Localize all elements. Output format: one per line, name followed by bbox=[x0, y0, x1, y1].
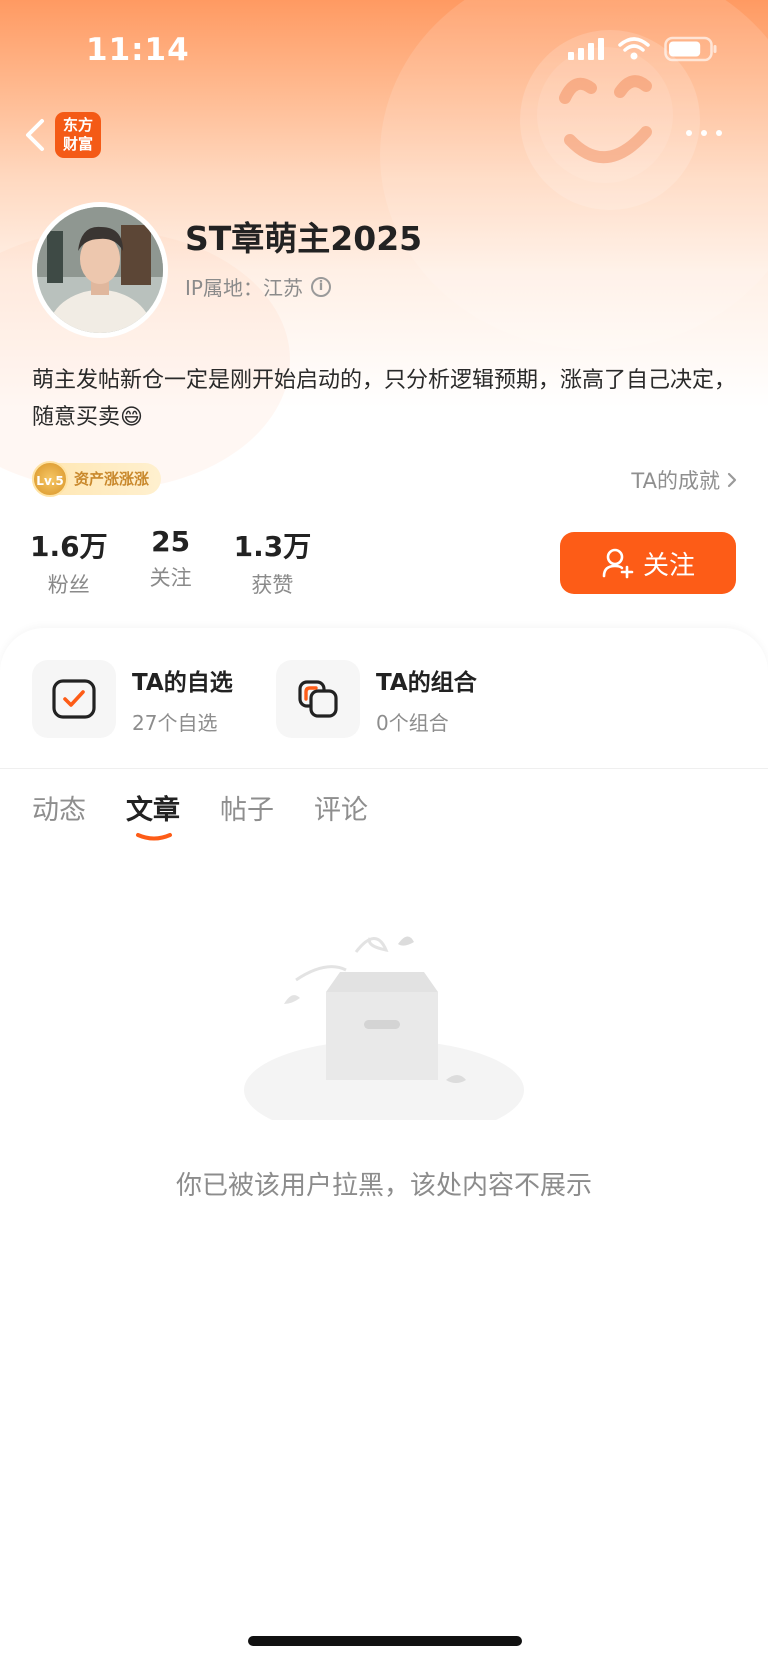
content-tabs: 动态 文章 帖子 评论 bbox=[32, 788, 368, 841]
chevron-left-icon[interactable] bbox=[16, 113, 52, 157]
quick-link-subtitle: 27个自选 bbox=[132, 710, 218, 735]
stat-label: 关注 bbox=[149, 566, 192, 590]
status-time: 11:14 bbox=[86, 32, 190, 68]
stat-value: 1.3万 bbox=[233, 530, 312, 563]
level-badge[interactable]: Lv.5 资产涨涨涨 bbox=[32, 461, 162, 497]
avatar-photo bbox=[37, 207, 163, 333]
quick-link-title: TA的组合 bbox=[376, 669, 477, 696]
tab-label: 文章 bbox=[126, 795, 180, 826]
achievements-link[interactable]: TA的成就 bbox=[631, 465, 738, 495]
username: ST章萌主2025 bbox=[185, 219, 423, 258]
divider bbox=[0, 768, 768, 769]
top-nav: 东方 财富 bbox=[0, 105, 768, 165]
info-icon[interactable]: i bbox=[310, 276, 331, 297]
status-bar: 11:14 bbox=[0, 0, 768, 100]
chevron-right-icon bbox=[727, 472, 737, 488]
stat-likes[interactable]: 1.3万 获赞 bbox=[234, 525, 312, 599]
ip-value: 江苏 bbox=[262, 276, 303, 300]
wifi-icon bbox=[618, 37, 650, 60]
app-logo-line1: 东方 bbox=[62, 116, 93, 134]
stat-followers[interactable]: 1.6万 粉丝 bbox=[30, 525, 108, 599]
quick-link-title: TA的自选 bbox=[132, 669, 233, 696]
ip-label: IP属地 bbox=[185, 276, 243, 300]
profile-stats: 1.6万 粉丝 25 关注 1.3万 获赞 bbox=[30, 525, 353, 599]
cellular-signal-icon bbox=[568, 38, 604, 60]
content-card: TA的自选 27个自选 TA的组合 0个组合 动态 文章 帖子 评论 bbox=[0, 628, 768, 1663]
quick-link-subtitle: 0个组合 bbox=[376, 710, 449, 735]
avatar[interactable] bbox=[32, 202, 168, 338]
stat-label: 获赞 bbox=[251, 573, 294, 597]
quick-link-portfolio[interactable]: TA的组合 0个组合 bbox=[276, 660, 477, 738]
tab-comments[interactable]: 评论 bbox=[314, 788, 368, 838]
home-indicator[interactable] bbox=[248, 1636, 522, 1646]
stack-icon bbox=[276, 660, 360, 738]
app-logo[interactable]: 东方 财富 bbox=[55, 112, 101, 158]
more-dots-icon[interactable] bbox=[686, 123, 726, 143]
level-title: 资产涨涨涨 bbox=[74, 470, 150, 488]
level-icon: Lv.5 bbox=[32, 461, 68, 497]
achievements-label: TA的成就 bbox=[631, 469, 720, 493]
tab-articles[interactable]: 文章 bbox=[126, 788, 180, 841]
profile-bio: 萌主发帖新仓一定是刚开始启动的，只分析逻辑预期，涨高了自己决定，随意买卖😄 bbox=[32, 368, 737, 430]
ip-separator: ： bbox=[242, 276, 263, 300]
stat-value: 1.6万 bbox=[30, 530, 108, 563]
stat-label: 粉丝 bbox=[47, 573, 90, 597]
quick-link-watchlist[interactable]: TA的自选 27个自选 bbox=[32, 660, 233, 738]
stat-following[interactable]: 25 关注 bbox=[150, 525, 192, 599]
add-user-icon bbox=[602, 548, 634, 579]
tab-activity[interactable]: 动态 bbox=[32, 788, 86, 838]
stat-value: 25 bbox=[151, 525, 191, 558]
tab-posts[interactable]: 帖子 bbox=[220, 788, 274, 838]
follow-button[interactable]: 关注 bbox=[560, 532, 736, 594]
follow-button-label: 关注 bbox=[642, 550, 695, 581]
empty-state-message: 你已被该用户拉黑，该处内容不展示 bbox=[175, 1171, 592, 1201]
battery-icon bbox=[664, 36, 717, 62]
ip-location: IP属地：江苏 i bbox=[185, 272, 331, 301]
status-icons bbox=[568, 36, 718, 62]
empty-box-icon bbox=[244, 936, 524, 1120]
checkbox-icon bbox=[32, 660, 116, 738]
app-logo-line2: 财富 bbox=[62, 135, 93, 153]
active-tab-indicator bbox=[136, 833, 172, 841]
